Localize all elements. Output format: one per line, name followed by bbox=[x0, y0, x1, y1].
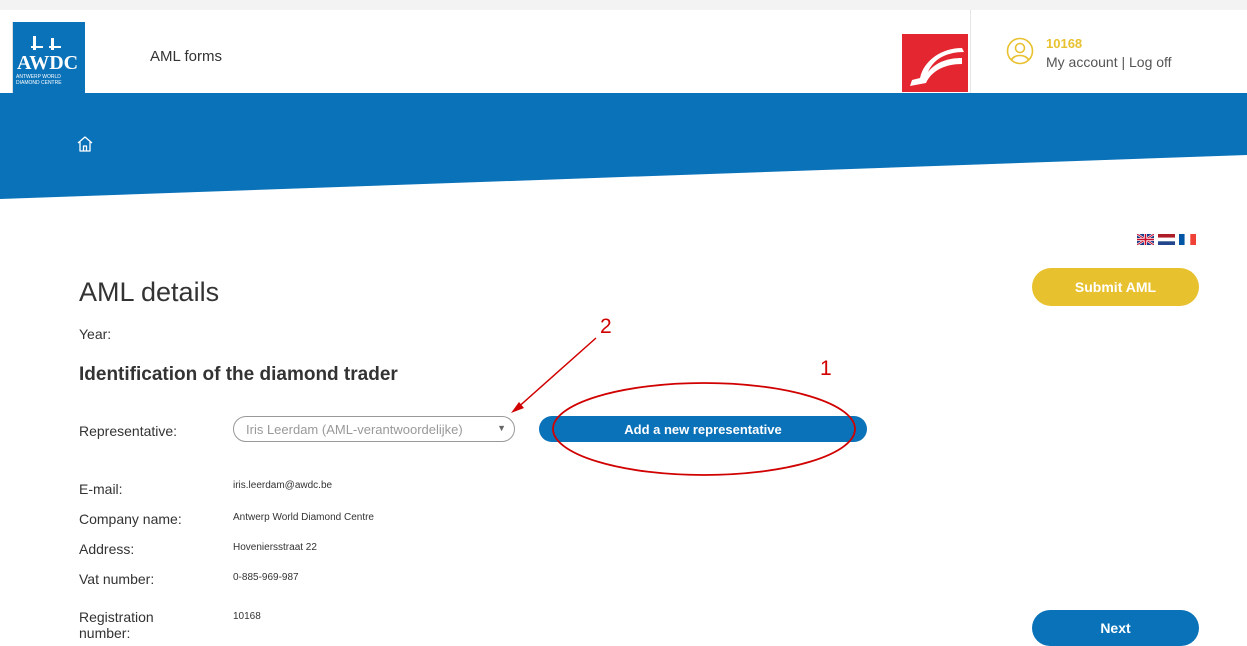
company-name-label: Company name: bbox=[79, 511, 182, 527]
chevron-down-icon: ▼ bbox=[497, 423, 506, 433]
registration-number-label: Registration number: bbox=[79, 609, 154, 641]
my-account-link[interactable]: My account bbox=[1046, 54, 1118, 70]
logo-subtitle: ANTWERP WORLD DIAMOND CENTRE bbox=[16, 74, 62, 86]
address-value: Hoveniersstraat 22 bbox=[233, 542, 317, 553]
language-flags bbox=[1137, 234, 1196, 245]
log-off-link[interactable]: Log off bbox=[1129, 54, 1172, 70]
french-flag-icon[interactable] bbox=[1179, 234, 1196, 245]
account-divider bbox=[970, 10, 971, 94]
year-label: Year: bbox=[79, 326, 112, 342]
home-icon[interactable] bbox=[76, 135, 94, 153]
add-representative-button[interactable]: Add a new representative bbox=[539, 416, 867, 442]
brand-logo-icon bbox=[902, 34, 968, 92]
representative-select[interactable]: Iris Leerdam (AML-verantwoordelijke) ▼ bbox=[233, 416, 515, 442]
account-links: My account | Log off bbox=[1046, 54, 1172, 70]
annotation-arrowhead bbox=[511, 402, 524, 413]
awdc-logo[interactable]: AWDC ANTWERP WORLD DIAMOND CENTRE bbox=[12, 22, 85, 94]
blue-banner bbox=[0, 93, 1247, 199]
representative-label: Representative: bbox=[79, 423, 178, 439]
page-title: AML details bbox=[79, 277, 220, 307]
link-separator: | bbox=[1117, 54, 1130, 70]
annotation-number-one: 1 bbox=[820, 357, 832, 380]
user-icon[interactable] bbox=[1006, 37, 1034, 65]
uk-flag-icon[interactable] bbox=[1137, 234, 1154, 245]
app-name[interactable]: AML forms bbox=[150, 48, 222, 65]
registration-number-value: 10168 bbox=[233, 611, 261, 622]
annotation-number-two: 2 bbox=[600, 315, 612, 338]
logo-text: AWDC bbox=[17, 52, 79, 74]
vat-number-label: Vat number: bbox=[79, 571, 155, 587]
account-id: 10168 bbox=[1046, 36, 1083, 51]
address-label: Address: bbox=[79, 541, 135, 557]
next-button[interactable]: Next bbox=[1032, 610, 1199, 646]
section-title: Identification of the diamond trader bbox=[79, 364, 398, 385]
annotation-arrow bbox=[514, 337, 597, 411]
email-value: iris.leerdam@awdc.be bbox=[233, 480, 333, 491]
dutch-flag-icon[interactable] bbox=[1158, 234, 1175, 245]
top-strip bbox=[0, 0, 1247, 10]
vat-number-value: 0-885-969-987 bbox=[233, 572, 299, 583]
towers-icon bbox=[31, 36, 61, 50]
submit-aml-button[interactable]: Submit AML bbox=[1032, 268, 1199, 306]
email-label: E-mail: bbox=[79, 481, 123, 497]
representative-value: Iris Leerdam (AML-verantwoordelijke) bbox=[246, 421, 463, 437]
company-name-value: Antwerp World Diamond Centre bbox=[233, 512, 374, 523]
